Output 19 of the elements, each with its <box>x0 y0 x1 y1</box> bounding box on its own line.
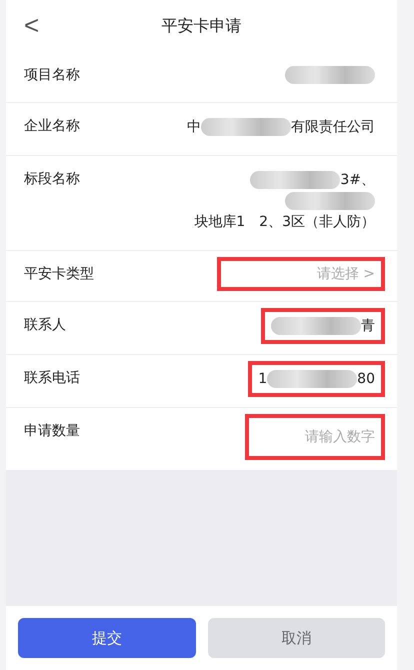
field-label: 联系电话 <box>24 369 80 387</box>
field-label: 平安卡类型 <box>24 265 94 283</box>
field-label: 申请数量 <box>24 422 80 440</box>
quantity-input[interactable]: 请输入数字 <box>245 414 385 460</box>
field-label: 项目名称 <box>24 66 80 84</box>
back-button[interactable]: < <box>20 10 44 41</box>
field-value: 1 <box>258 370 268 389</box>
field-value: 80 <box>357 370 375 389</box>
field-label: 企业名称 <box>24 117 80 135</box>
field-value: 块地库1 2、3区（非人防） <box>194 213 375 232</box>
field-label: 标段名称 <box>24 170 80 188</box>
field-value: 有限责任公司 <box>291 118 375 137</box>
submit-button[interactable]: 提交 <box>18 618 196 658</box>
field-value: 青 <box>361 317 375 336</box>
cancel-button[interactable]: 取消 <box>208 618 385 658</box>
field-value: 3#、 <box>340 171 375 190</box>
field-label: 联系人 <box>24 316 66 334</box>
field-value: 中 <box>187 118 201 137</box>
page-title: 平安卡申请 <box>162 16 242 36</box>
